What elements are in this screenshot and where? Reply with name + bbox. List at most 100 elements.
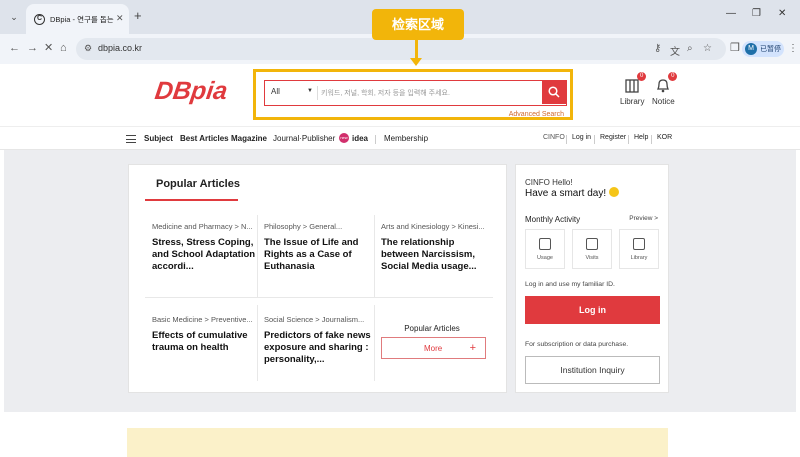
nav-item-best-articles[interactable]: Best Articles <box>180 134 229 143</box>
article-card[interactable]: Social Science > Journalism... Predictor… <box>264 315 374 366</box>
home-icon[interactable]: ⌂ <box>60 42 67 54</box>
nav-divider <box>375 135 376 144</box>
search-area-callout: 检索区域 <box>372 9 464 40</box>
activity-visits[interactable]: Visits <box>572 229 612 269</box>
search-box: All ▼ <box>264 80 567 106</box>
search-area-highlight: All ▼ Advanced Search <box>253 69 573 120</box>
preview-link[interactable]: Preview > <box>629 215 658 222</box>
url-text: dbpia.co.kr <box>98 43 143 53</box>
restore-icon[interactable]: ❐ <box>752 8 761 19</box>
monthly-activity-title: Monthly Activity <box>525 215 581 224</box>
zoom-icon[interactable]: ⌕ <box>687 43 693 54</box>
dbpia-logo[interactable]: DBpia <box>153 77 229 106</box>
tab-title: DBpia - 연구를 돕는 똑똑한 학 <box>50 15 114 24</box>
grid-divider <box>374 215 375 297</box>
nav-divider <box>566 135 567 144</box>
activity-label: Library <box>630 255 648 261</box>
plus-icon: + <box>469 342 476 354</box>
more-label: More <box>424 344 443 353</box>
article-category: Basic Medicine > Preventive... <box>152 315 253 324</box>
bookmark-star-icon[interactable]: ☆ <box>703 43 712 54</box>
activity-label: Visits <box>585 255 599 261</box>
extensions-icon[interactable]: ❒ <box>730 42 740 54</box>
article-card[interactable]: Arts and Kinesiology > Kinesi... The rel… <box>381 222 491 273</box>
advanced-search-link[interactable]: Advanced Search <box>509 111 564 118</box>
grid-divider <box>145 297 493 298</box>
nav-divider <box>594 135 595 144</box>
profile-button[interactable]: M 已暂停 <box>742 41 784 57</box>
institution-inquiry-button[interactable]: Institution Inquiry <box>525 356 660 384</box>
translate-icon[interactable]: 文 <box>670 43 680 58</box>
nav-item-idea[interactable]: idea <box>352 134 368 143</box>
nav-language-link[interactable]: KOR <box>657 134 672 141</box>
article-title[interactable]: The Issue of Life and Rights as a Case o… <box>264 237 374 273</box>
tab-favicon: C <box>34 14 45 25</box>
more-button[interactable]: More + <box>381 337 486 359</box>
search-input[interactable] <box>321 85 533 101</box>
nav-divider <box>651 135 652 144</box>
profile-label: 已暂停 <box>760 46 781 53</box>
nav-user-name: CINFO <box>543 134 565 141</box>
article-card[interactable]: Philosophy > General... The Issue of Lif… <box>264 222 374 273</box>
nav-register-link[interactable]: Register <box>600 134 626 141</box>
visits-icon <box>586 238 598 250</box>
search-button[interactable] <box>542 81 566 104</box>
minimize-icon[interactable]: — <box>726 8 736 19</box>
tab-search-icon[interactable]: ⌄ <box>6 9 22 25</box>
back-icon[interactable]: ← <box>9 42 20 54</box>
popular-articles-panel: Popular Articles Medicine and Pharmacy >… <box>128 164 507 393</box>
stop-icon[interactable]: ✕ <box>44 42 53 54</box>
browser-tab[interactable]: C DBpia - 연구를 돕는 똑똑한 학 ✕ <box>26 4 129 34</box>
activity-label: Usage <box>537 255 553 261</box>
article-title[interactable]: Stress, Stress Coping, and School Adapta… <box>152 237 262 273</box>
nav-help-link[interactable]: Help <box>634 134 648 141</box>
notice-label: Notice <box>652 97 675 106</box>
caret-down-icon[interactable]: ▼ <box>307 88 313 94</box>
search-scope-select[interactable]: All <box>271 87 280 96</box>
key-icon[interactable]: ⚷ <box>654 43 661 54</box>
library-label: Library <box>620 97 645 106</box>
user-side-panel: CINFO Hello! Have a smart day! Monthly A… <box>515 164 669 393</box>
activity-usage[interactable]: Usage <box>525 229 565 269</box>
idea-logo-icon: new <box>339 133 349 143</box>
browser-menu-icon[interactable]: ⋮ <box>788 43 798 54</box>
nav-login-link[interactable]: Log in <box>572 134 591 141</box>
site-info-icon[interactable]: ⚙ <box>84 43 92 54</box>
nav-item-membership[interactable]: Membership <box>384 134 428 143</box>
library-icon <box>633 238 645 250</box>
popular-articles-title: Popular Articles <box>156 178 240 190</box>
activity-library[interactable]: Library <box>619 229 659 269</box>
nav-item-subject[interactable]: Subject <box>144 134 173 143</box>
search-divider <box>317 86 318 100</box>
forward-icon[interactable]: → <box>27 42 38 54</box>
usage-icon <box>539 238 551 250</box>
smile-emoji-icon <box>609 187 620 197</box>
article-category: Philosophy > General... <box>264 222 343 231</box>
login-hint: Log in and use my familiar ID. <box>525 281 615 288</box>
subscription-hint: For subscription or data purchase. <box>525 341 629 348</box>
nav-item-magazine[interactable]: Magazine <box>231 134 267 143</box>
site-header: DBpia All ▼ Advanced Search 0 Library 0 <box>0 64 800 126</box>
library-button[interactable]: 0 Library <box>620 72 647 106</box>
smart-day-label: Have a smart day! <box>525 188 607 199</box>
new-tab-icon[interactable]: + <box>134 9 142 23</box>
article-title[interactable]: The relationship between Narcissism, Soc… <box>381 237 491 273</box>
article-category: Arts and Kinesiology > Kinesi... <box>381 222 485 231</box>
article-title[interactable]: Effects of cumulative trauma on health <box>152 330 262 354</box>
nav-item-journal-publisher[interactable]: Journal·Publisher <box>273 134 335 143</box>
article-title[interactable]: Predictors of fake news exposure and sha… <box>264 330 374 366</box>
close-window-icon[interactable]: ✕ <box>778 8 786 19</box>
notice-button[interactable]: 0 Notice <box>652 72 678 106</box>
promo-banner[interactable] <box>127 428 668 457</box>
greeting-text: CINFO Hello! <box>525 178 573 187</box>
tab-close-icon[interactable]: ✕ <box>116 13 124 24</box>
article-card[interactable]: Medicine and Pharmacy > N... Stress, Str… <box>152 222 262 273</box>
article-category: Medicine and Pharmacy > N... <box>152 222 253 231</box>
smart-day-text: Have a smart day! <box>525 187 620 199</box>
article-card[interactable]: Basic Medicine > Preventive... Effects o… <box>152 315 262 354</box>
library-icon: 0 <box>623 72 647 94</box>
login-button[interactable]: Log in <box>525 296 660 324</box>
hamburger-menu-icon[interactable] <box>126 135 136 143</box>
address-bar[interactable]: ⚙ dbpia.co.kr ⚷ 文 ⌕ ☆ <box>76 38 726 60</box>
callout-arrow-head <box>410 58 422 66</box>
